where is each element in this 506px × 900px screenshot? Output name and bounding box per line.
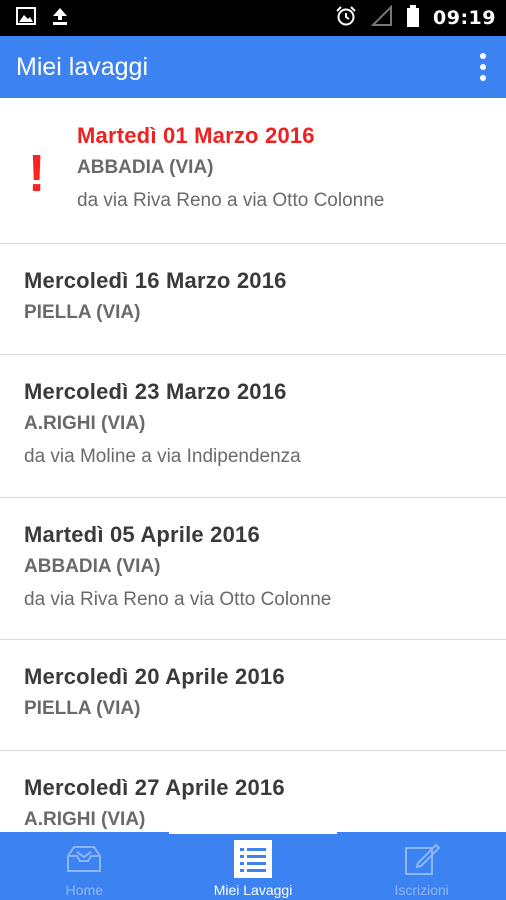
- alert-icon: !: [28, 145, 46, 203]
- list-item[interactable]: Mercoledì 23 Marzo 2016 A.RIGHI (VIA) da…: [0, 355, 506, 498]
- wash-street: ABBADIA (VIA): [24, 556, 161, 577]
- image-icon: [16, 6, 36, 30]
- battery-icon: [407, 4, 420, 32]
- wash-street: ABBADIA (VIA): [77, 157, 214, 178]
- wash-range: da via Riva Reno a via Otto Colonne: [77, 190, 385, 211]
- wash-range: da via Riva Reno a via Otto Colonne: [24, 589, 332, 610]
- status-bar: 09:19: [0, 0, 506, 36]
- app-bar: Miei lavaggi: [0, 36, 506, 98]
- washes-list: ! Martedì 01 Marzo 2016 ABBADIA (VIA) da…: [0, 98, 506, 832]
- wash-street: PIELLA (VIA): [24, 698, 141, 719]
- tab-iscrizioni-label: Iscrizioni: [394, 882, 449, 898]
- list-item[interactable]: Mercoledì 20 Aprile 2016 PIELLA (VIA): [0, 640, 506, 751]
- tab-home[interactable]: Home: [0, 832, 169, 900]
- wash-date: Mercoledì 16 Marzo 2016: [24, 268, 287, 293]
- alarm-icon: [335, 5, 357, 32]
- wash-range: da via Moline a via Indipendenza: [24, 446, 301, 467]
- overflow-menu-icon[interactable]: [472, 49, 494, 85]
- wash-date: Mercoledì 27 Aprile 2016: [24, 775, 285, 800]
- wash-street: PIELLA (VIA): [24, 302, 141, 323]
- signal-icon: [370, 4, 393, 32]
- edit-icon: [403, 842, 441, 876]
- list-item[interactable]: ! Martedì 01 Marzo 2016 ABBADIA (VIA) da…: [0, 98, 506, 244]
- wash-date: Mercoledì 20 Aprile 2016: [24, 664, 285, 689]
- list-icon: [234, 840, 272, 878]
- tab-home-label: Home: [65, 882, 104, 898]
- wash-date: Martedì 01 Marzo 2016: [77, 123, 315, 148]
- wash-date: Martedì 05 Aprile 2016: [24, 522, 260, 547]
- upload-icon: [50, 6, 70, 31]
- tab-miei-lavaggi[interactable]: Miei Lavaggi: [168, 832, 338, 900]
- tab-miei-lavaggi-label: Miei Lavaggi: [213, 882, 293, 898]
- wash-street: A.RIGHI (VIA): [24, 413, 146, 434]
- list-item[interactable]: Martedì 05 Aprile 2016 ABBADIA (VIA) da …: [0, 498, 506, 640]
- tab-iscrizioni[interactable]: Iscrizioni: [337, 832, 506, 900]
- inbox-icon: [65, 842, 103, 876]
- list-item[interactable]: Mercoledì 16 Marzo 2016 PIELLA (VIA): [0, 244, 506, 355]
- wash-date: Mercoledì 23 Marzo 2016: [24, 379, 287, 404]
- clock-time: 09:19: [433, 7, 496, 29]
- bottom-nav: Home Miei Lavaggi Iscrizioni: [0, 832, 506, 900]
- list-item[interactable]: Mercoledì 27 Aprile 2016 A.RIGHI (VIA): [0, 751, 506, 832]
- page-title: Miei lavaggi: [16, 52, 149, 81]
- wash-street: A.RIGHI (VIA): [24, 809, 146, 830]
